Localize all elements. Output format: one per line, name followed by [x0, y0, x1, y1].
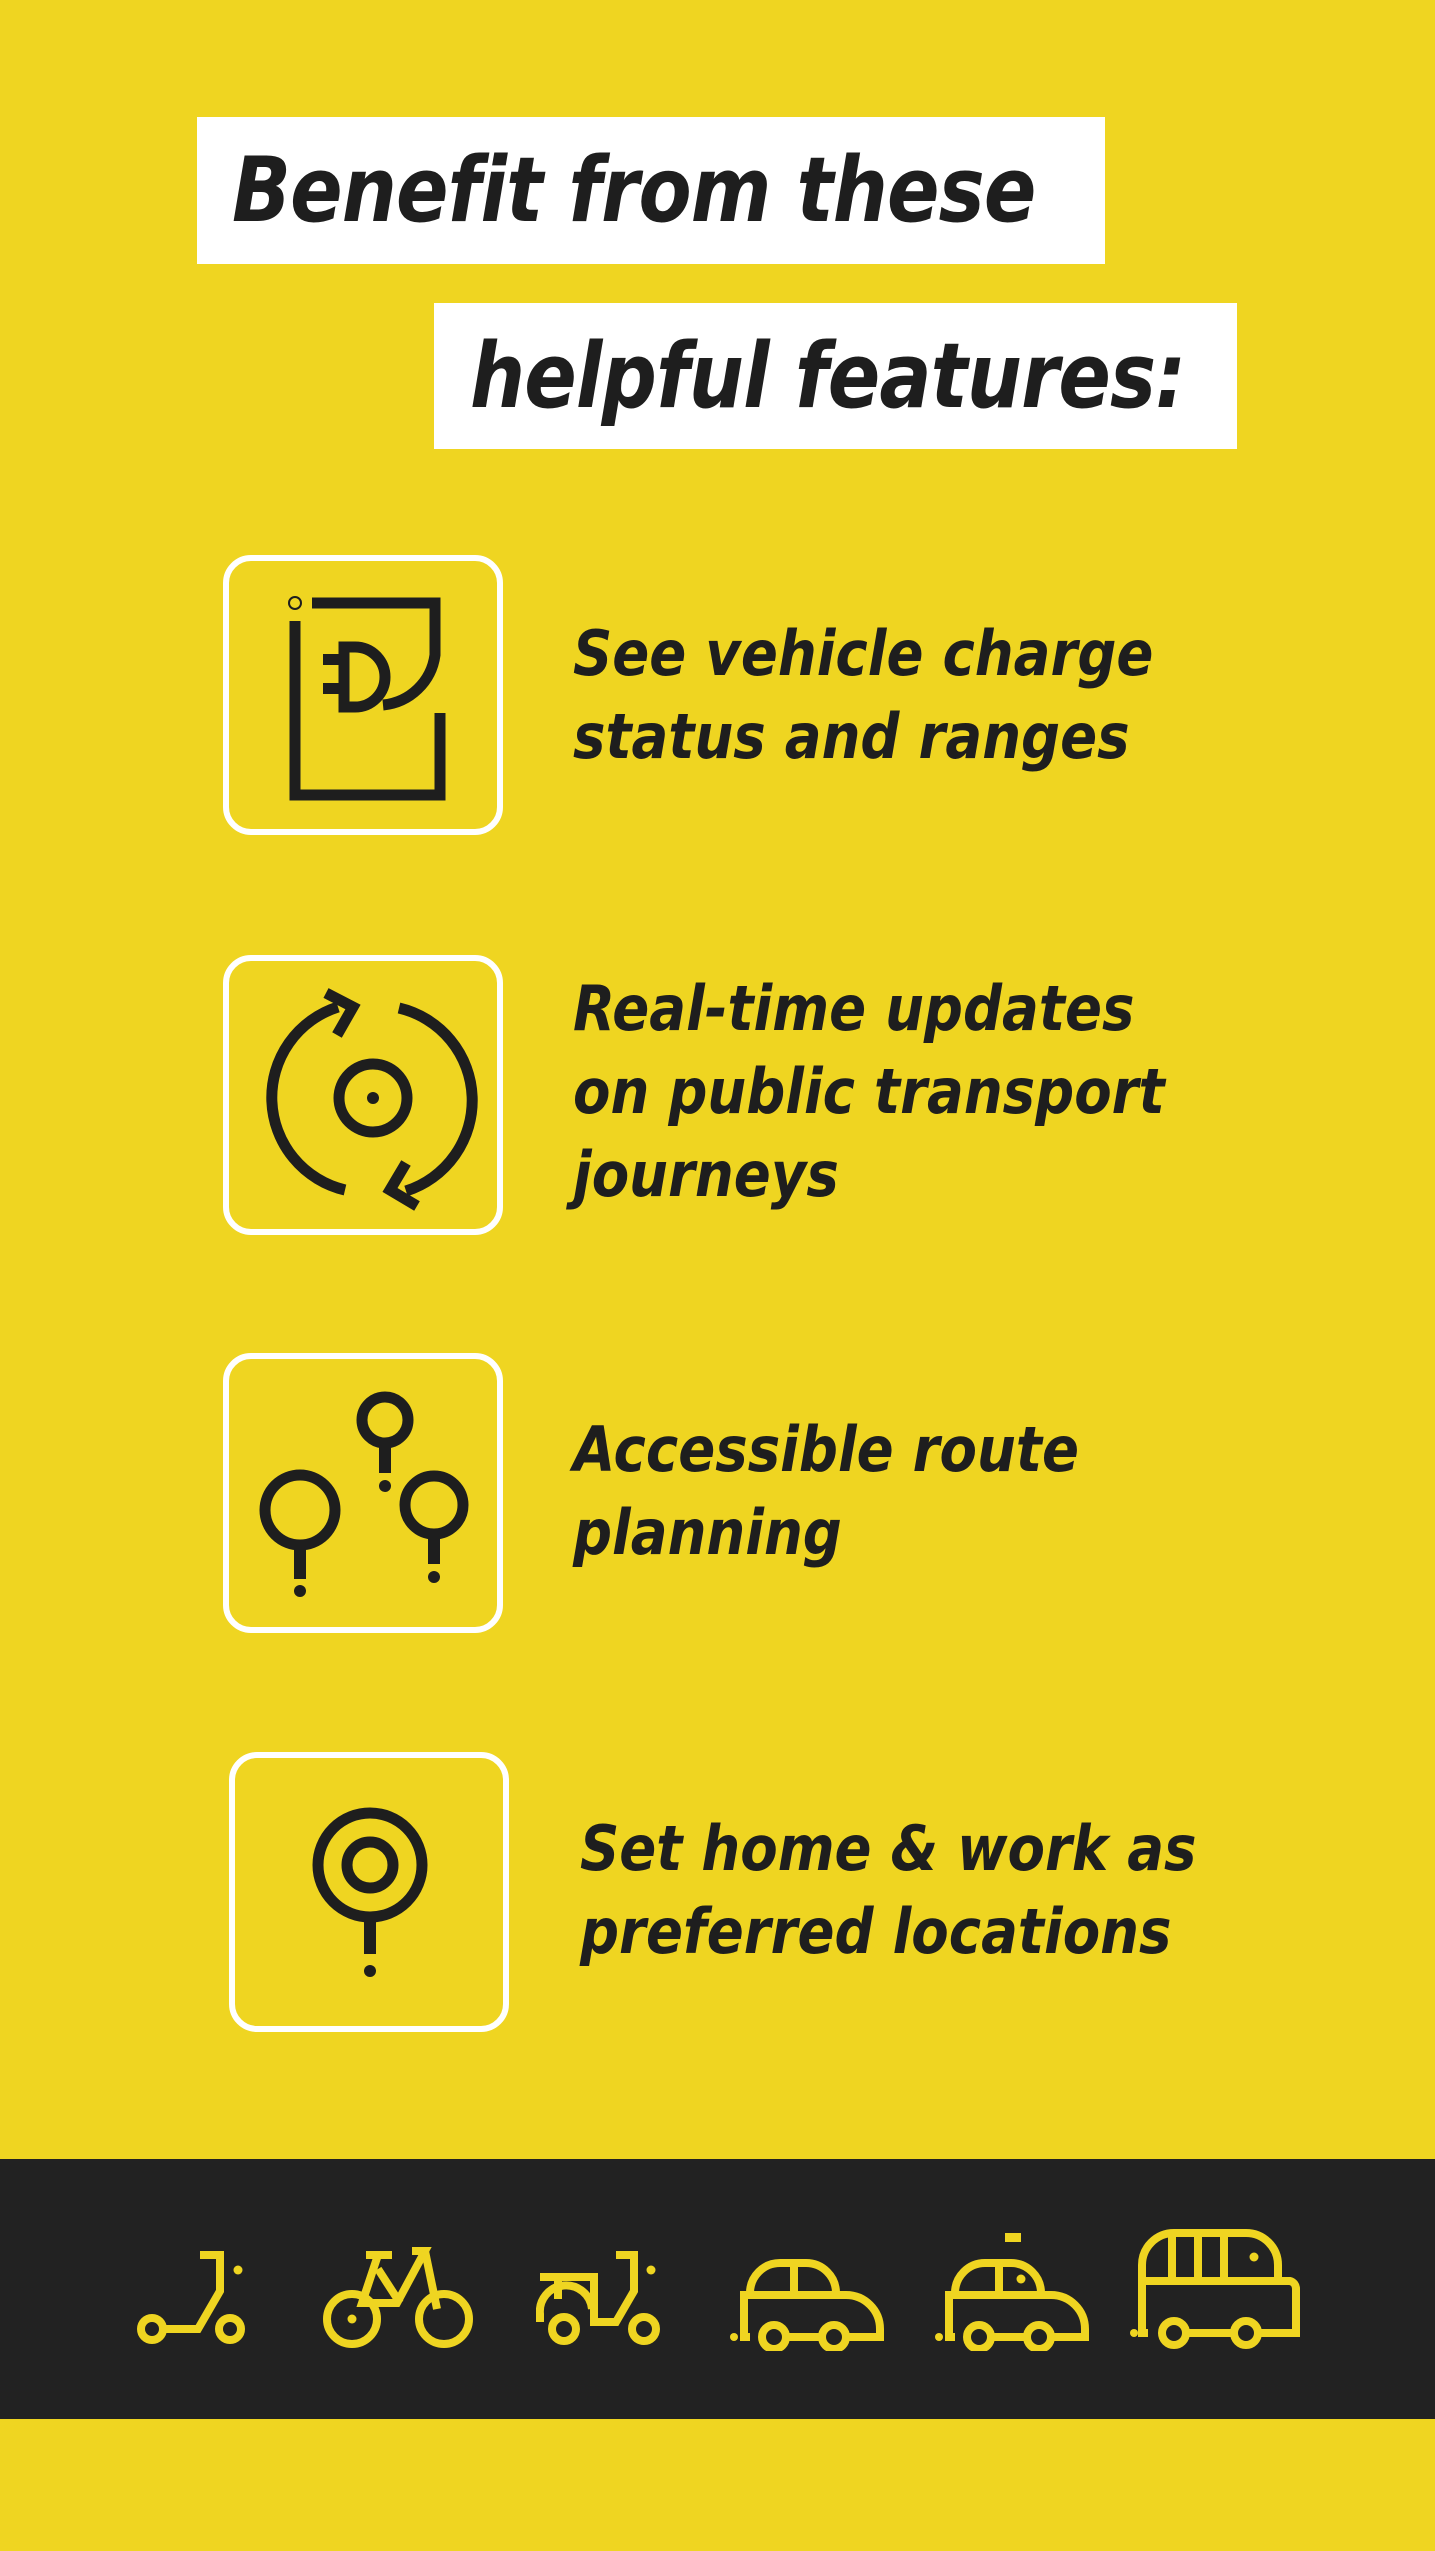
- taxi-icon: [935, 2233, 1089, 2351]
- realtime-refresh-icon: [266, 988, 478, 1211]
- feature-4-line-1: Set home & work as: [580, 1812, 1197, 1885]
- feature-2-line-2: on public transport: [573, 1055, 1165, 1128]
- feature-1-line-1: See vehicle charge: [573, 617, 1154, 690]
- heading-line-1: Benefit from these: [232, 138, 1036, 243]
- feature-1-text: See vehicle charge status and ranges: [573, 612, 1153, 778]
- heading-line-2-box: helpful features:: [434, 303, 1237, 449]
- feature-4-line-2: preferred locations: [580, 1895, 1172, 1968]
- car-icon: [730, 2259, 884, 2351]
- feature-3-line-2: planning: [573, 1496, 842, 1569]
- ev-charge-icon: [288, 596, 446, 801]
- e-scooter-icon: [137, 2251, 245, 2344]
- route-pins-icon: [259, 1391, 469, 1597]
- feature-2-text: Real-time updates on public transport jo…: [573, 967, 1165, 1216]
- bicycle-icon: [323, 2247, 473, 2348]
- feature-3-line-1: Accessible route: [573, 1413, 1079, 1486]
- feature-2-line-3: journeys: [573, 1138, 839, 1211]
- preferred-location-pin-icon: [312, 1807, 428, 1977]
- bus-icon: [1130, 2229, 1300, 2349]
- feature-3-icon-box: [223, 1353, 503, 1633]
- feature-1-icon-box: [223, 555, 503, 835]
- vehicle-band: [0, 2159, 1435, 2419]
- feature-4-text: Set home & work as preferred locations: [580, 1807, 1196, 1973]
- heading-line-1-box: Benefit from these: [197, 117, 1105, 264]
- moped-icon: [536, 2251, 660, 2345]
- feature-1-line-2: status and ranges: [573, 700, 1130, 773]
- heading-line-2: helpful features:: [470, 323, 1186, 429]
- feature-3-text: Accessible route planning: [573, 1408, 1079, 1574]
- feature-2-line-1: Real-time updates: [573, 972, 1135, 1045]
- feature-4-icon-box: [229, 1752, 509, 2032]
- feature-2-icon-box: [223, 955, 503, 1235]
